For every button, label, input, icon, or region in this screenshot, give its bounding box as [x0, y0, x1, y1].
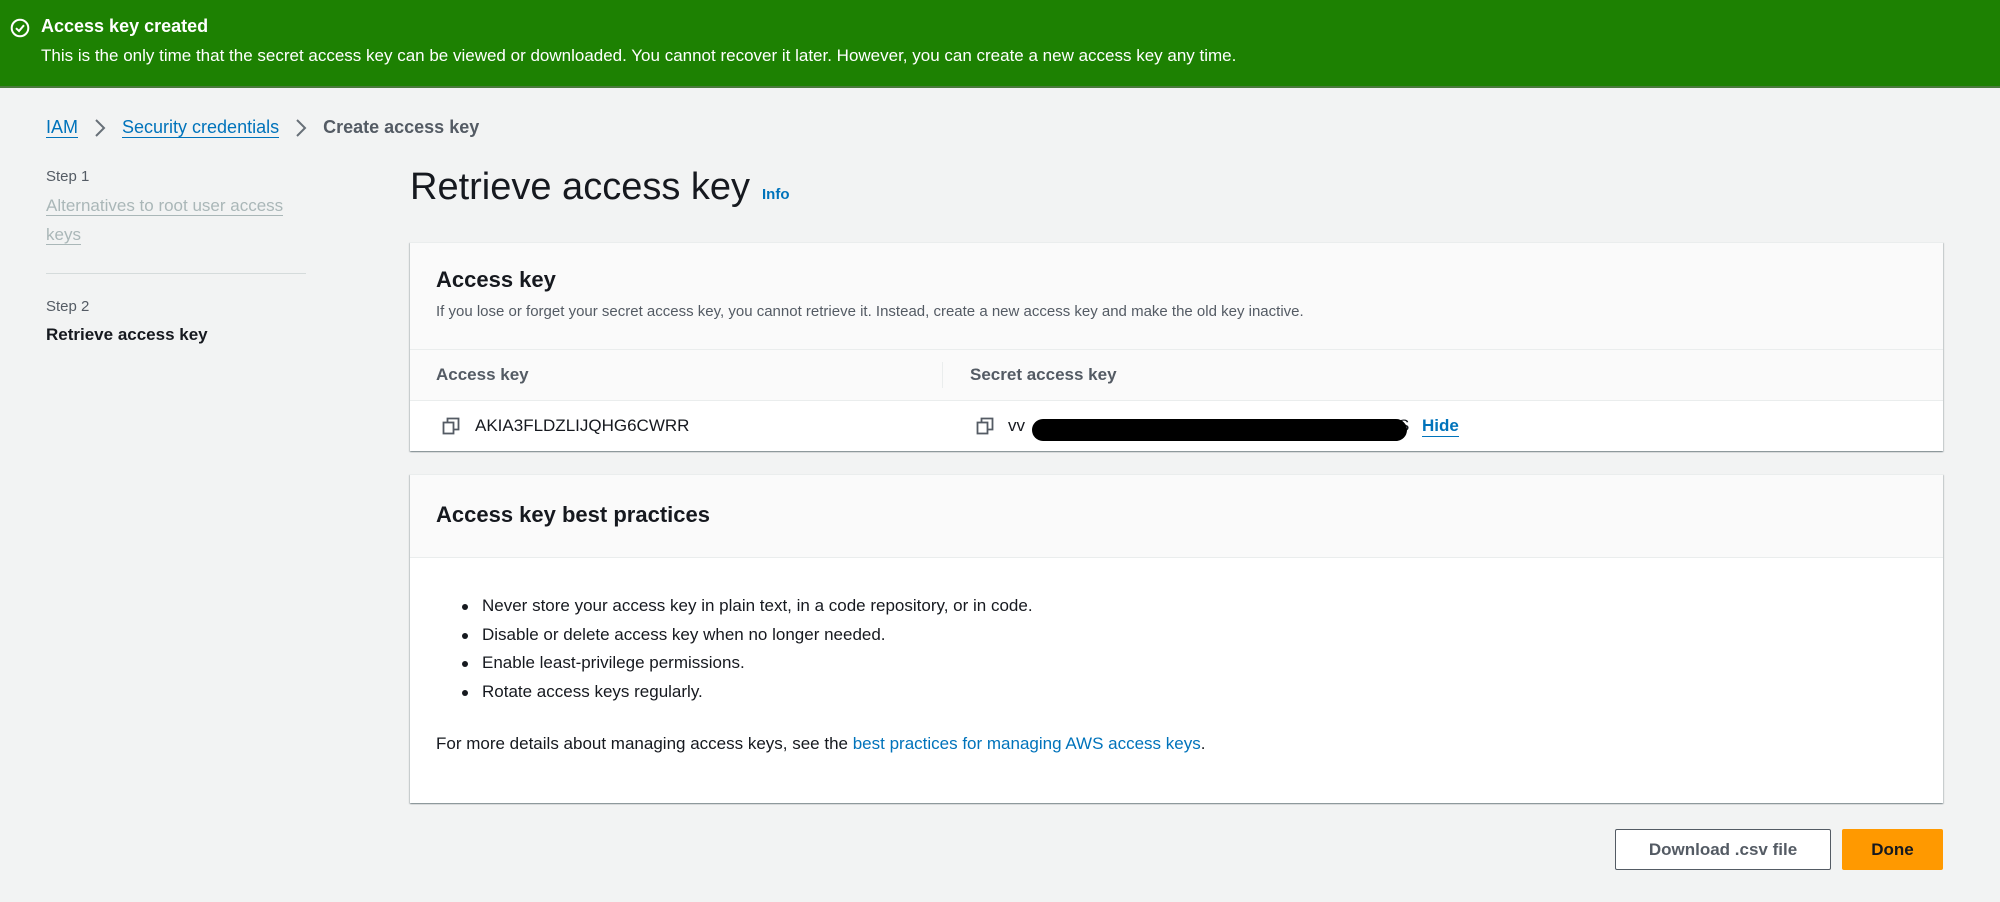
step-2-current: Retrieve access key: [46, 325, 208, 344]
access-key-panel-header: Access key If you lose or forget your se…: [410, 243, 1943, 350]
column-access-key: Access key: [436, 365, 529, 384]
best-practices-heading: Access key best practices: [436, 502, 710, 527]
page-title-text: Retrieve access key: [410, 166, 751, 208]
column-secret-access-key: Secret access key: [970, 365, 1117, 384]
access-key-panel: Access key If you lose or forget your se…: [410, 242, 1943, 451]
best-practices-link[interactable]: best practices for managing AWS access k…: [853, 734, 1201, 753]
access-key-description: If you lose or forget your secret access…: [436, 303, 1304, 320]
breadcrumb-current: Create access key: [323, 117, 480, 137]
breadcrumb-iam[interactable]: IAM: [46, 117, 79, 138]
secret-key-redaction: [1032, 419, 1407, 441]
info-link[interactable]: Info: [762, 186, 790, 203]
more-details-text: For more details about managing access k…: [436, 734, 1206, 753]
access-key-heading: Access key: [436, 267, 556, 292]
success-flash-banner: Access key created This is the only time…: [0, 0, 2000, 88]
hide-secret-button[interactable]: Hide: [1422, 416, 1459, 437]
list-item: Disable or delete access key when no lon…: [456, 621, 1033, 650]
done-button[interactable]: Done: [1842, 829, 1943, 870]
flash-message: This is the only time that the secret ac…: [41, 46, 1237, 65]
page-title: Retrieve access key Info: [410, 166, 790, 209]
secret-key-prefix: vv: [1008, 416, 1025, 435]
flash-title: Access key created: [41, 16, 209, 36]
list-item: Rotate access keys regularly.: [456, 678, 1033, 707]
chevron-right-icon: [85, 118, 115, 138]
step-1-link[interactable]: Alternatives to root user access keys: [46, 191, 306, 249]
key-table-row: AKIA3FLDZLIJQHG6CWRR vv S Hide: [410, 401, 1943, 452]
breadcrumb: IAM Security credentials Create access k…: [46, 117, 479, 138]
copy-icon[interactable]: [976, 417, 994, 435]
column-divider: [942, 362, 943, 388]
breadcrumb-security-credentials[interactable]: Security credentials: [122, 117, 280, 138]
best-practices-header: Access key best practices: [410, 475, 1943, 558]
access-key-value: AKIA3FLDZLIJQHG6CWRR: [475, 416, 690, 435]
copy-icon[interactable]: [442, 417, 460, 435]
step-2-label: Step 2: [46, 298, 90, 315]
best-practices-panel: Access key best practices Never store yo…: [410, 474, 1943, 803]
key-table-header: Access key Secret access key: [410, 350, 1943, 401]
list-item: Enable least-privilege permissions.: [456, 649, 1033, 678]
chevron-right-icon: [286, 118, 316, 138]
step-1-label: Step 1: [46, 168, 90, 185]
best-practices-list: Never store your access key in plain tex…: [436, 592, 1033, 706]
check-circle-icon: [10, 18, 30, 38]
list-item: Never store your access key in plain tex…: [456, 592, 1033, 621]
download-csv-button[interactable]: Download .csv file: [1615, 829, 1831, 870]
step-divider: [46, 273, 306, 274]
wizard-steps: Step 1 Alternatives to root user access …: [46, 168, 306, 345]
